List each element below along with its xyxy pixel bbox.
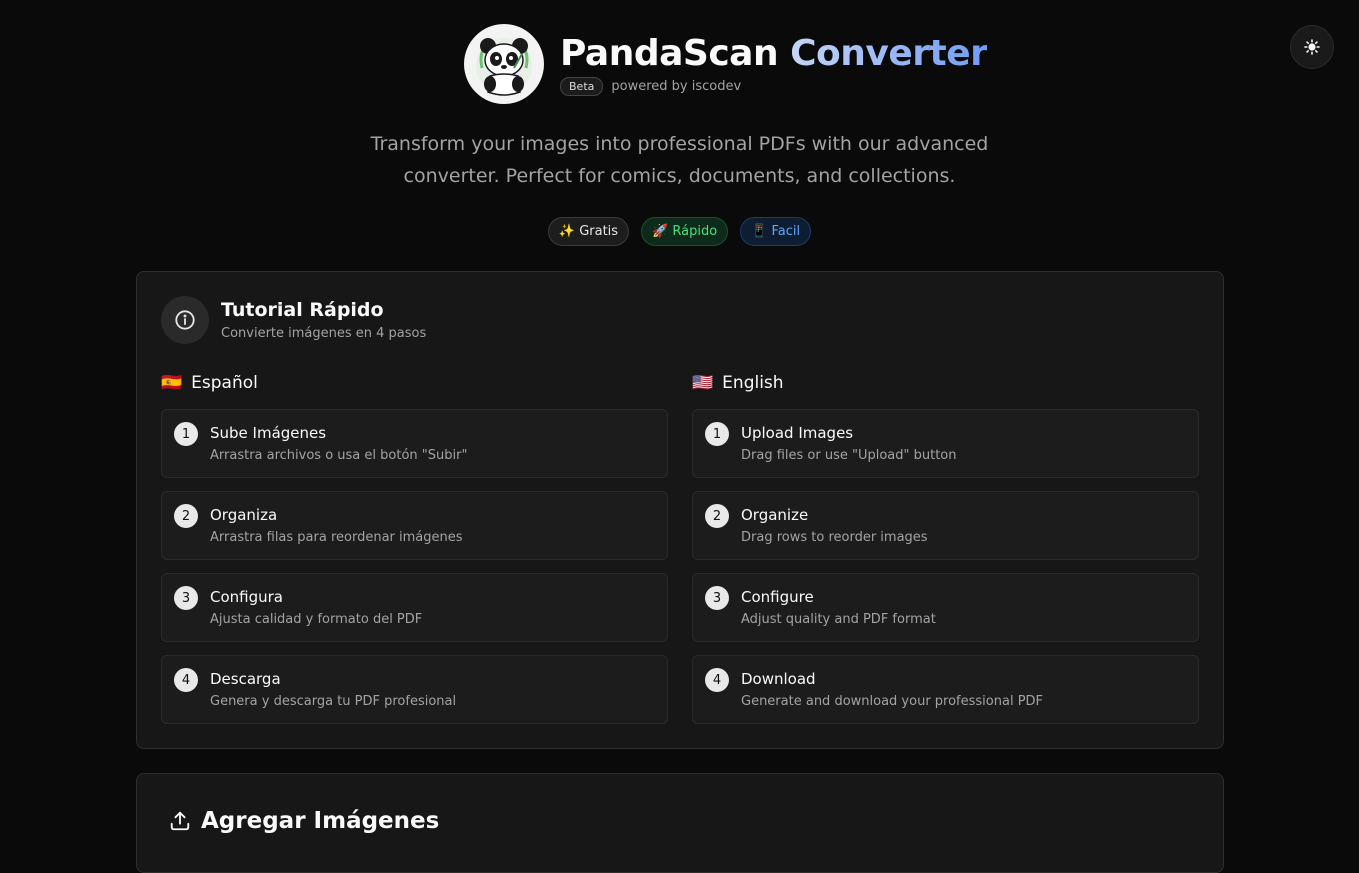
step-card: 2 Organiza Arrastra filas para reordenar…: [161, 491, 668, 560]
app-title: PandaScan Converter: [560, 32, 988, 76]
add-images-card: Agregar Imágenes: [136, 773, 1224, 873]
step-number: 4: [174, 668, 198, 692]
tagline: Transform your images into professional …: [0, 128, 1359, 192]
flag-us-icon: 🇺🇸: [692, 373, 714, 393]
pill-rapido: 🚀 Rápido: [641, 217, 729, 246]
step-number: 4: [705, 668, 729, 692]
sun-icon: [1304, 39, 1320, 55]
step-description: Arrastra filas para reordenar imágenes: [210, 530, 463, 545]
tagline-line-2: converter. Perfect for comics, documents…: [403, 165, 956, 187]
step-number: 3: [174, 586, 198, 610]
step-card: 3 Configura Ajusta calidad y formato del…: [161, 573, 668, 642]
feature-pills: ✨ Gratis 🚀 Rápido 📱 Facil: [0, 217, 1359, 246]
step-card: 1 Upload Images Drag files or use "Uploa…: [692, 409, 1199, 478]
step-title: Configura: [210, 588, 283, 606]
add-images-title: Agregar Imágenes: [201, 808, 440, 834]
step-number: 2: [705, 504, 729, 528]
pill-gratis: ✨ Gratis: [547, 217, 630, 246]
pill-facil: 📱 Facil: [740, 217, 812, 246]
step-card: 1 Sube Imágenes Arrastra archivos o usa …: [161, 409, 668, 478]
step-title: Download: [741, 670, 816, 688]
step-title: Organize: [741, 506, 809, 524]
step-card: 3 Configure Adjust quality and PDF forma…: [692, 573, 1199, 642]
step-title: Sube Imágenes: [210, 424, 327, 442]
spanish-column: 🇪🇸 Español 1 Sube Imágenes Arrastra arch…: [161, 372, 668, 737]
panda-logo: [464, 24, 544, 104]
step-title: Upload Images: [741, 424, 854, 442]
step-title: Descarga: [210, 670, 281, 688]
lang-heading-en: 🇺🇸 English: [692, 372, 1199, 394]
tagline-line-1: Transform your images into professional …: [370, 133, 989, 155]
step-title: Organiza: [210, 506, 278, 524]
app-title-accent: Converter: [790, 33, 988, 74]
beta-badge: Beta: [560, 77, 604, 96]
info-icon: [161, 296, 209, 344]
lang-label-es: Español: [191, 373, 258, 393]
tutorial-title: Tutorial Rápido: [221, 299, 384, 321]
step-description: Generate and download your professional …: [741, 694, 1044, 709]
tutorial-card: Tutorial Rápido Convierte imágenes en 4 …: [136, 271, 1224, 749]
flag-es-icon: 🇪🇸: [161, 373, 183, 393]
english-column: 🇺🇸 English 1 Upload Images Drag files or…: [692, 372, 1199, 737]
upload-icon: [170, 811, 190, 831]
step-card: 4 Descarga Genera y descarga tu PDF prof…: [161, 655, 668, 724]
step-number: 1: [174, 422, 198, 446]
step-number: 2: [174, 504, 198, 528]
step-card: 2 Organize Drag rows to reorder images: [692, 491, 1199, 560]
step-title: Configure: [741, 588, 814, 606]
step-description: Drag rows to reorder images: [741, 530, 928, 545]
powered-by-text: powered by iscodev: [611, 79, 742, 94]
step-description: Arrastra archivos o usa el botón "Subir": [210, 448, 468, 463]
step-card: 4 Download Generate and download your pr…: [692, 655, 1199, 724]
step-description: Genera y descarga tu PDF profesional: [210, 694, 457, 709]
step-description: Ajusta calidad y formato del PDF: [210, 612, 423, 627]
theme-toggle-button[interactable]: [1290, 25, 1334, 69]
step-number: 3: [705, 586, 729, 610]
step-description: Adjust quality and PDF format: [741, 612, 936, 627]
step-description: Drag files or use "Upload" button: [741, 448, 957, 463]
app-header: PandaScan Converter Beta powered by isco…: [464, 24, 988, 104]
lang-label-en: English: [722, 373, 784, 393]
step-number: 1: [705, 422, 729, 446]
tutorial-subtitle: Convierte imágenes en 4 pasos: [221, 326, 427, 341]
lang-heading-es: 🇪🇸 Español: [161, 372, 668, 394]
app-title-main: PandaScan: [560, 33, 779, 74]
